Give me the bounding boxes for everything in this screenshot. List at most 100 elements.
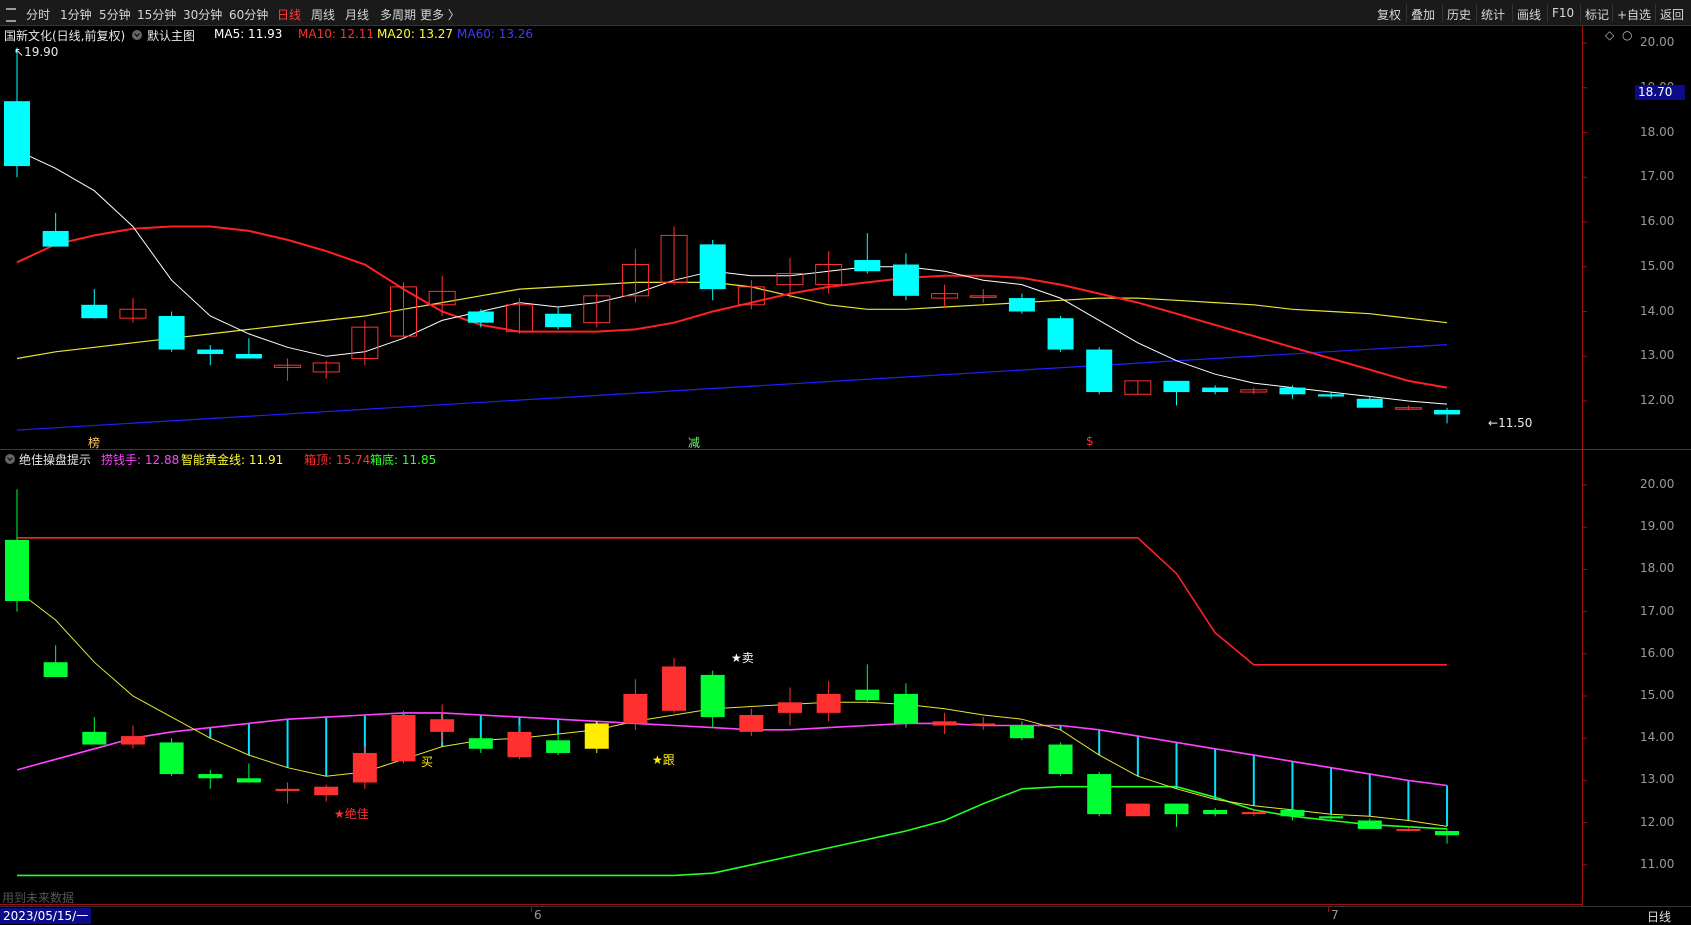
date-cursor-label: 2023/05/15/一 <box>0 908 92 924</box>
signal-annotation-1: ★跟 <box>652 753 675 767</box>
sub-candle-body <box>391 714 416 762</box>
sub-candle-body <box>855 689 880 701</box>
menu-icon[interactable] <box>6 8 16 22</box>
toolbar-separator <box>1655 4 1656 22</box>
sub-candle-body <box>43 662 68 678</box>
main-axis-label-7: 13.00 <box>1640 348 1675 363</box>
sub-candle-body <box>1164 803 1189 815</box>
toolbar-button-6[interactable]: 标记 <box>1585 6 1609 23</box>
sub-candle-body <box>546 740 571 753</box>
lqs-line <box>16 712 1448 787</box>
toolbar-separator <box>1612 4 1613 22</box>
timeframe-tab-6[interactable]: 日线 <box>277 6 301 23</box>
low-price-value: 11.50 <box>1498 416 1533 430</box>
main-axis-label-6: 14.00 <box>1640 303 1675 318</box>
toolbar-separator <box>1476 4 1477 22</box>
toolbar-separator <box>1580 4 1581 22</box>
ma-value-2: MA20: 13.27 <box>377 27 454 41</box>
indicator-title[interactable]: 绝佳操盘提示 <box>19 451 91 468</box>
sub-candle-body <box>662 666 687 711</box>
sub-candle-body <box>1009 725 1034 739</box>
sub-candle-body <box>1048 744 1073 775</box>
main-candle-body <box>699 244 726 290</box>
indicator-dropdown-icon[interactable] <box>5 454 15 464</box>
ma60-line <box>16 344 1448 431</box>
sub-candle-body <box>1087 774 1112 815</box>
signal-annotation-2: ★绝佳 <box>334 807 369 821</box>
sub-candle-body <box>623 693 648 724</box>
main-candle-body <box>1434 409 1461 415</box>
main-axis-label-5: 15.00 <box>1640 258 1675 273</box>
main-candle-body <box>235 354 262 359</box>
sub-candle-body <box>1396 828 1421 831</box>
event-marker-0: 榜 <box>88 436 101 450</box>
main-candle-body <box>4 101 30 167</box>
current-price-tag: 18.70 <box>1635 85 1685 100</box>
sub-candle-body <box>236 778 261 783</box>
main-axis-label-8: 12.00 <box>1640 393 1675 407</box>
sub-candle-body <box>932 721 957 726</box>
sub-candle-body <box>700 674 725 718</box>
sub-candle-body <box>971 723 996 726</box>
box-bottom-line <box>17 785 1448 877</box>
timeframe-tab-7[interactable]: 周线 <box>311 6 335 23</box>
main-candle-body <box>892 264 919 296</box>
main-candle-body <box>1356 398 1383 408</box>
sub-candle-body <box>1319 816 1344 819</box>
timeframe-tab-9[interactable]: 多周期 <box>380 6 416 23</box>
toolbar-button-3[interactable]: 统计 <box>1481 6 1505 23</box>
sub-axis-label-3: 17.00 <box>1640 603 1675 618</box>
toolbar-button-4[interactable]: 画线 <box>1517 6 1541 23</box>
sub-axis-label-0: 20.00 <box>1640 477 1675 491</box>
toolbar-button-2[interactable]: 历史 <box>1447 6 1471 23</box>
timeframe-tab-8[interactable]: 月线 <box>345 6 369 23</box>
toolbar-button-7[interactable]: +自选 <box>1617 6 1651 23</box>
main-axis-label-2: 18.00 <box>1640 124 1675 139</box>
month-tick <box>531 907 532 912</box>
high-price-label: ↖19.90 <box>14 45 59 59</box>
sub-candle-body <box>159 742 184 775</box>
template-name[interactable]: 默认主图 <box>147 27 195 44</box>
template-dropdown-icon[interactable] <box>132 30 142 40</box>
main-axis-label-4: 16.00 <box>1640 214 1675 228</box>
sub-axis-label-4: 16.00 <box>1640 645 1675 660</box>
main-candle-body <box>1008 298 1035 312</box>
stock-name[interactable]: 国新文化(日线,前复权) <box>4 27 125 44</box>
low-price-label: ←11.50 <box>1488 416 1533 430</box>
close-icon: ○ <box>1622 28 1633 42</box>
sub-candle-body <box>1435 831 1460 836</box>
month-label-0: 6 <box>534 908 542 922</box>
timeframe-tab-10[interactable]: 更多 〉 <box>420 6 460 23</box>
sub-axis-label-9: 11.00 <box>1640 856 1675 871</box>
ma-value-3: MA60: 13.26 <box>457 27 534 41</box>
timeframe-tab-2[interactable]: 5分钟 <box>99 6 131 23</box>
timeframe-tab-4[interactable]: 30分钟 <box>183 6 222 23</box>
ma20-line <box>16 281 1448 360</box>
timeframe-tab-0[interactable]: 分时 <box>26 6 50 23</box>
toolbar-button-8[interactable]: 返回 <box>1660 6 1684 23</box>
timeframe-tab-5[interactable]: 60分钟 <box>229 6 268 23</box>
sub-candle-body <box>507 731 532 758</box>
sub-candle-body <box>82 731 107 745</box>
timeframe-tab-1[interactable]: 1分钟 <box>60 6 92 23</box>
toolbar-button-1[interactable]: 叠加 <box>1411 6 1435 23</box>
signal-annotation-0: ★卖 <box>731 651 754 665</box>
main-candle-body <box>197 349 224 355</box>
toolbar-button-0[interactable]: 复权 <box>1377 6 1401 23</box>
toolbar-separator <box>1547 4 1548 22</box>
sub-candle-body <box>1241 812 1266 815</box>
main-candle-body <box>81 304 108 319</box>
period-label[interactable]: 日线 <box>1647 908 1671 925</box>
indicator-value-2: 箱顶: 15.74 <box>304 453 371 467</box>
timeframe-tab-3[interactable]: 15分钟 <box>137 6 176 23</box>
main-candle-body <box>854 260 881 272</box>
main-candle-body <box>1279 387 1306 395</box>
sub-candle-body <box>1280 809 1305 817</box>
main-candle-body <box>42 230 69 247</box>
sub-axis-label-7: 13.00 <box>1640 772 1675 787</box>
sub-candle-body <box>584 723 609 749</box>
toolbar-button-5[interactable]: F10 <box>1552 6 1574 20</box>
main-candle-body <box>1202 387 1229 393</box>
sub-candle-body <box>816 693 841 713</box>
sub-candle-body <box>1125 803 1150 817</box>
